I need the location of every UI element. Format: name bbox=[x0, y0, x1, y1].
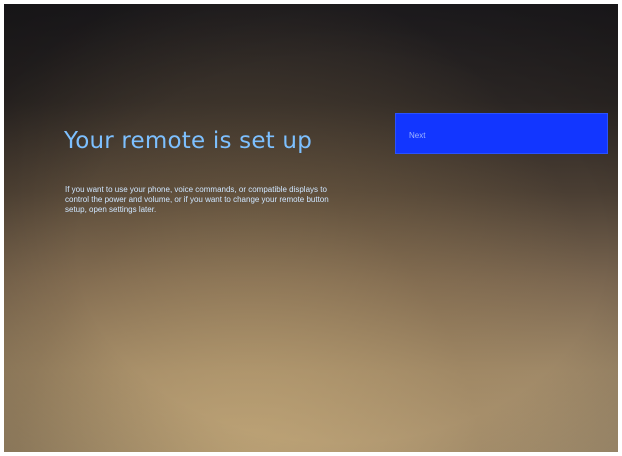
setup-description: If you want to use your phone, voice com… bbox=[65, 185, 329, 214]
next-button[interactable]: Next bbox=[395, 113, 608, 154]
screen-glare bbox=[4, 4, 618, 452]
page-title: Your remote is set up bbox=[64, 128, 312, 154]
next-button-label: Next bbox=[409, 131, 426, 140]
tv-screen: Your remote is set up If you want to use… bbox=[4, 4, 618, 452]
